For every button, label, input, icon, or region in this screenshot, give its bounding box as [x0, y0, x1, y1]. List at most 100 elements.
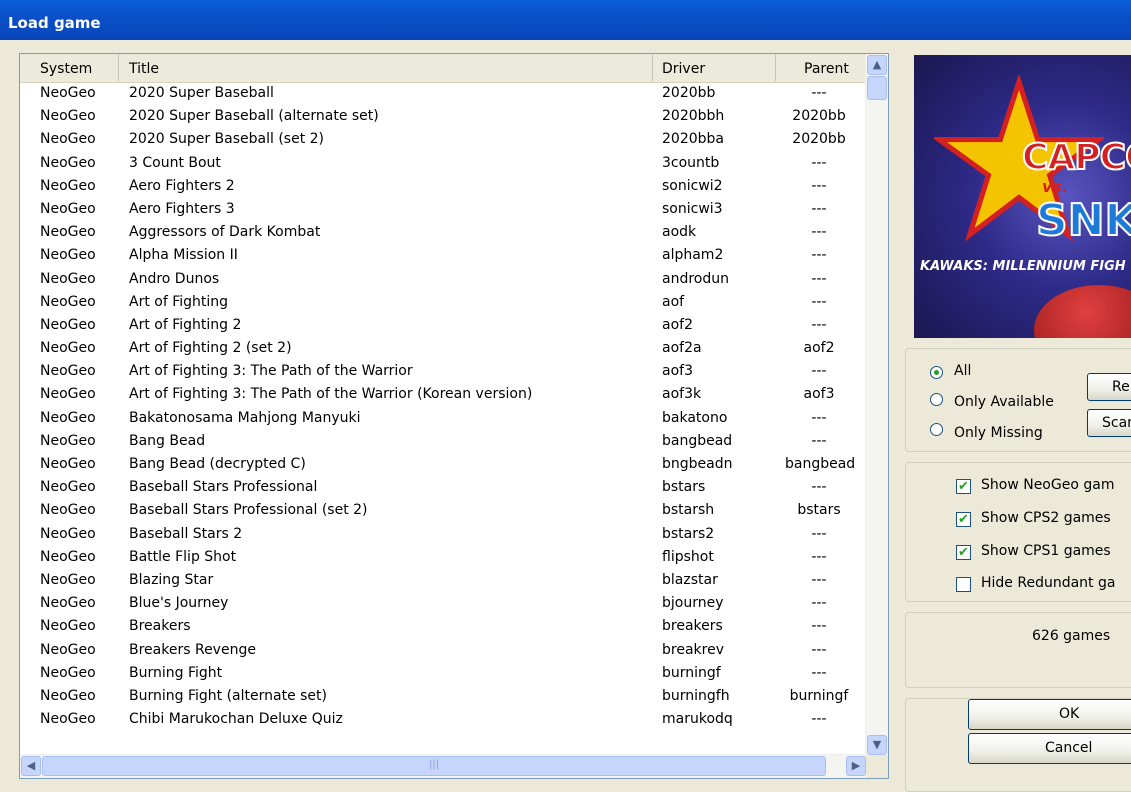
game-row[interactable]: NeoGeo Art of Fighting 3: The Path of the… — [20, 383, 867, 406]
column-header-parent[interactable]: Parent — [776, 54, 867, 81]
scroll-down-button[interactable]: ▼ — [867, 735, 887, 755]
driver-cell: breakrev — [662, 641, 724, 658]
title-cell: Battle Flip Shot — [129, 548, 237, 565]
system-cell: NeoGeo — [40, 595, 96, 612]
title-cell: Art of Fighting — [129, 293, 229, 310]
game-list[interactable]: System Title Driver Parent NeoGeo 2020 Su… — [19, 53, 889, 779]
game-row[interactable]: NeoGeo Aero Fighters 2 sonicwi2 --- — [20, 175, 867, 198]
parent-cell: --- — [811, 525, 827, 542]
driver-cell: burningf — [662, 664, 721, 681]
game-row[interactable]: NeoGeo Alpha Mission II alpham2 --- — [20, 244, 867, 267]
show-cps2-label[interactable]: Show CPS2 games — [981, 510, 1111, 526]
radio-only-missing[interactable] — [930, 423, 943, 436]
driver-cell: bangbead — [662, 432, 733, 449]
game-row[interactable]: NeoGeo Baseball Stars Professional bstars -… — [20, 476, 867, 499]
game-row[interactable]: NeoGeo 2020 Super Baseball 2020bb --- — [20, 82, 867, 105]
title-cell: Blazing Star — [129, 571, 214, 588]
parent-cell: bstars — [797, 502, 841, 519]
vertical-scroll-thumb[interactable] — [867, 76, 887, 100]
parent-cell: --- — [811, 595, 827, 612]
scroll-left-button[interactable]: ◀ — [21, 756, 41, 776]
parent-cell: --- — [811, 479, 827, 496]
parent-cell: --- — [811, 247, 827, 264]
game-row[interactable]: NeoGeo Battle Flip Shot flipshot --- — [20, 546, 867, 569]
game-row[interactable]: NeoGeo Baseball Stars Professional (set 2… — [20, 499, 867, 522]
scroll-up-button[interactable]: ▲ — [867, 55, 887, 75]
show-neogeo-label[interactable]: Show NeoGeo gam — [981, 477, 1114, 493]
game-row[interactable]: NeoGeo Aero Fighters 3 sonicwi3 --- — [20, 198, 867, 221]
game-row[interactable]: NeoGeo Andro Dunos androdun --- — [20, 268, 867, 291]
list-header: System Title Driver Parent — [20, 54, 867, 83]
driver-cell: blazstar — [662, 571, 718, 588]
game-row[interactable]: NeoGeo Chibi Marukochan Deluxe Quiz maruko… — [20, 708, 867, 731]
game-row[interactable]: NeoGeo 2020 Super Baseball (alternate set… — [20, 105, 867, 128]
show-cps1-label[interactable]: Show CPS1 games — [981, 543, 1111, 559]
driver-cell: aof2 — [662, 316, 693, 333]
parent-cell: --- — [811, 200, 827, 217]
title-cell: Breakers — [129, 618, 191, 635]
driver-cell: bstarsh — [662, 502, 715, 519]
hide-redundant-label[interactable]: Hide Redundant ga — [981, 575, 1115, 591]
game-row[interactable]: NeoGeo Burning Fight burningf --- — [20, 662, 867, 685]
game-row[interactable]: NeoGeo 2020 Super Baseball (set 2) 2020bba… — [20, 128, 867, 151]
game-row[interactable]: NeoGeo Art of Fighting 3: The Path of the… — [20, 360, 867, 383]
title-cell: 3 Count Bout — [129, 154, 221, 171]
column-header-system[interactable]: System — [20, 54, 119, 81]
radio-all[interactable] — [930, 366, 943, 379]
title-cell: 2020 Super Baseball — [129, 85, 274, 101]
game-row[interactable]: NeoGeo Aggressors of Dark Kombat aodk --- — [20, 221, 867, 244]
hide-redundant-checkbox[interactable] — [956, 577, 971, 592]
show-cps1-checkbox[interactable]: ✔ — [956, 545, 971, 560]
parent-cell: --- — [811, 432, 827, 449]
game-row[interactable]: NeoGeo Breakers Revenge breakrev --- — [20, 639, 867, 662]
radio-only-available[interactable] — [930, 393, 943, 406]
driver-cell: breakers — [662, 618, 723, 635]
vertical-scrollbar[interactable]: ▲ ▼ — [865, 54, 888, 756]
game-row[interactable]: NeoGeo Baseball Stars 2 bstars2 --- — [20, 523, 867, 546]
parent-cell: --- — [811, 293, 827, 310]
column-header-title[interactable]: Title — [119, 54, 653, 81]
radio-all-label[interactable]: All — [954, 363, 971, 379]
system-cell: NeoGeo — [40, 479, 96, 496]
parent-cell: --- — [811, 548, 827, 565]
driver-cell: bstars2 — [662, 525, 715, 542]
show-neogeo-checkbox[interactable]: ✔ — [956, 479, 971, 494]
scan-button[interactable]: Scan — [1087, 409, 1131, 437]
system-cell: NeoGeo — [40, 85, 96, 101]
radio-only-available-label[interactable]: Only Available — [954, 394, 1054, 410]
logo-snk: SNK — [1035, 194, 1131, 247]
system-cell: NeoGeo — [40, 316, 96, 333]
title-bar[interactable]: Load game — [0, 0, 1131, 40]
ok-button[interactable]: OK — [968, 699, 1131, 730]
game-row[interactable]: NeoGeo Burning Fight (alternate set) burni… — [20, 685, 867, 708]
system-cell: NeoGeo — [40, 456, 96, 472]
game-row[interactable]: NeoGeo Bang Bead (decrypted C) bngbeadn ban… — [20, 453, 867, 476]
game-row[interactable]: NeoGeo Art of Fighting 2 (set 2) aof2a aof2 — [20, 337, 867, 360]
show-cps2-checkbox[interactable]: ✔ — [956, 512, 971, 527]
game-row[interactable]: NeoGeo Blue's Journey bjourney --- — [20, 592, 867, 615]
parent-cell: --- — [811, 664, 827, 681]
game-row[interactable]: NeoGeo Art of Fighting 2 aof2 --- — [20, 314, 867, 337]
driver-cell: bakatono — [662, 409, 728, 426]
driver-cell: androdun — [662, 270, 729, 287]
cancel-button[interactable]: Cancel — [968, 733, 1131, 764]
title-cell: Andro Dunos — [129, 270, 220, 287]
game-row[interactable]: NeoGeo Art of Fighting aof --- — [20, 291, 867, 314]
game-row[interactable]: NeoGeo Breakers breakers --- — [20, 615, 867, 638]
game-count-label: 626 games — [1032, 628, 1111, 644]
game-row[interactable]: NeoGeo Bang Bead bangbead --- — [20, 430, 867, 453]
game-row[interactable]: NeoGeo 3 Count Bout 3countb --- — [20, 152, 867, 175]
rescan-button[interactable]: Re — [1087, 373, 1131, 401]
game-row[interactable]: NeoGeo Blazing Star blazstar --- — [20, 569, 867, 592]
parent-cell: --- — [811, 154, 827, 171]
horizontal-scroll-thumb[interactable]: ||| — [42, 756, 826, 776]
horizontal-scrollbar[interactable]: ◀ ||| ▶ — [20, 754, 867, 778]
parent-cell: --- — [811, 711, 827, 728]
scroll-right-button[interactable]: ▶ — [846, 756, 866, 776]
radio-only-missing-label[interactable]: Only Missing — [954, 425, 1043, 441]
parent-cell: --- — [811, 363, 827, 380]
column-header-driver[interactable]: Driver — [653, 54, 776, 81]
game-row[interactable]: NeoGeo Bakatonosama Mahjong Manyuki bakato… — [20, 407, 867, 430]
driver-cell: 2020bbh — [662, 108, 725, 125]
system-cell: NeoGeo — [40, 363, 96, 380]
